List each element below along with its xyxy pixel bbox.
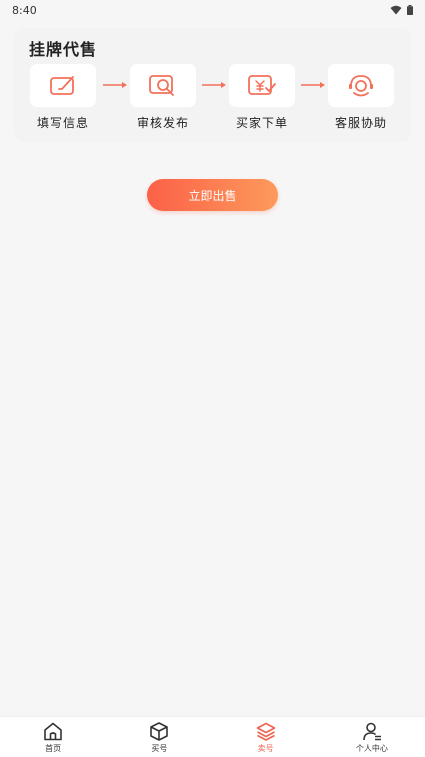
bottom-tab-bar: 首页 买号 卖号 个人中心 (0, 716, 425, 757)
step-label: 买家下单 (235, 116, 288, 130)
status-bar: 8:40 (0, 0, 425, 20)
arrow-right-icon (103, 82, 127, 88)
wifi-icon (390, 5, 402, 15)
consignment-process-card: 挂牌代售 填写信息 审核发布 买家下单 客服协助 (14, 28, 411, 142)
tab-profile[interactable]: 个人中心 (319, 717, 425, 757)
battery-icon (407, 5, 413, 15)
edit-icon (50, 75, 74, 95)
step-customer-service (328, 64, 394, 107)
status-time: 8:40 (12, 3, 37, 17)
sell-now-button[interactable]: 立即出售 (147, 179, 278, 211)
step-buyer-order (229, 64, 295, 107)
step-label: 审核发布 (136, 116, 189, 130)
tab-sell-account[interactable]: 卖号 (213, 717, 319, 757)
step-label: 填写信息 (36, 116, 89, 130)
status-icons (390, 5, 413, 15)
customer-service-icon (349, 74, 373, 96)
step-label: 客服协助 (334, 116, 387, 130)
tab-label: 首页 (45, 744, 62, 753)
tab-label: 卖号 (257, 744, 274, 753)
review-search-icon (149, 74, 174, 96)
tab-home[interactable]: 首页 (0, 717, 106, 757)
step-fill-info (30, 64, 96, 107)
yuan-order-icon (248, 74, 276, 95)
tab-buy-account[interactable]: 买号 (106, 717, 212, 757)
tab-label: 个人中心 (355, 744, 388, 753)
layers-icon (256, 722, 275, 741)
user-icon (363, 722, 381, 741)
box-icon (150, 722, 169, 741)
tab-label: 买号 (151, 744, 168, 753)
arrow-right-icon (301, 82, 325, 88)
arrow-right-icon (202, 82, 226, 88)
step-review-publish (130, 64, 196, 107)
home-icon (44, 722, 62, 741)
card-title: 挂牌代售 (29, 40, 98, 59)
